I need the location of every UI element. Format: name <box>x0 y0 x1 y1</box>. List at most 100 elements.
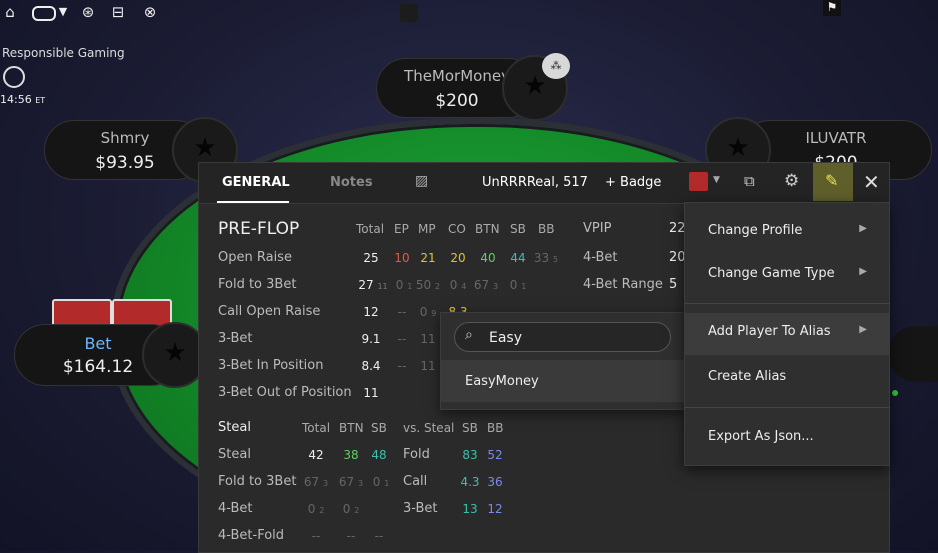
stat-value[interactable]: 10 <box>389 251 415 265</box>
stat-value[interactable]: 48 <box>366 448 392 462</box>
stat-sample: 4 <box>461 282 467 291</box>
gear-icon[interactable]: ⚙ <box>784 171 799 191</box>
stat-main: 0 <box>419 305 428 319</box>
stat-sample: 2 <box>319 506 325 515</box>
col-btn: BTN <box>475 222 500 236</box>
stat-value[interactable]: 11 <box>415 332 441 346</box>
menu-item-change-game-type[interactable]: Change Game Type ▶ <box>685 255 889 295</box>
home-icon[interactable]: ⌂ <box>0 2 20 22</box>
stat-value[interactable]: 27 11 <box>356 278 390 292</box>
stat-value[interactable]: 0 2 <box>338 502 364 516</box>
stat-value[interactable]: 12 <box>358 305 384 319</box>
rewards-icon[interactable]: ⊗ <box>140 2 160 22</box>
stat-value[interactable]: 20 <box>445 251 471 265</box>
cashier-icon[interactable]: ⊟ <box>108 2 128 22</box>
stat-value[interactable]: 0 1 <box>368 475 394 489</box>
alias-search-box[interactable]: ⌕ <box>454 322 671 352</box>
stat-label: 3-Bet In Position <box>218 358 324 373</box>
menu-item-create-alias[interactable]: Create Alias <box>685 358 889 398</box>
settings-context-menu: Change Profile ▶ Change Game Type ▶ Add … <box>684 202 890 466</box>
stat-value[interactable]: -- <box>366 529 392 543</box>
stat-value[interactable]: 52 <box>482 448 508 462</box>
stat-sample: 3 <box>493 282 499 291</box>
pin-button[interactable]: ✎ <box>813 163 853 201</box>
stat-value[interactable]: 83 <box>457 448 483 462</box>
stat-label: 4-Bet Range <box>583 277 663 292</box>
chevron-down-icon[interactable]: ▼ <box>713 175 720 185</box>
alias-result-item[interactable]: EasyMoney <box>441 360 686 402</box>
stat-value[interactable]: 33 5 <box>533 251 559 265</box>
stat-main: 0 <box>395 278 404 292</box>
stat-value[interactable]: 67 3 <box>303 475 329 489</box>
menu-item-label: Change Game Type <box>708 266 835 281</box>
add-badge-button[interactable]: + Badge <box>605 175 661 190</box>
active-tab-indicator <box>217 201 289 203</box>
stat-value[interactable]: 36 <box>482 475 508 489</box>
flag-icon[interactable]: ⚑ <box>823 0 841 16</box>
stat-value[interactable]: 67 3 <box>338 475 364 489</box>
stat-value[interactable]: -- <box>303 529 329 543</box>
chevron-right-icon: ▶ <box>859 324 867 335</box>
stat-sample: 1 <box>521 282 527 291</box>
close-icon[interactable]: ✕ <box>863 170 880 194</box>
stat-value[interactable]: 38 <box>338 448 364 462</box>
stat-label: VPIP <box>583 221 612 236</box>
stat-main: 67 <box>303 475 320 489</box>
stat-value[interactable]: 13 <box>457 502 483 516</box>
stat-value[interactable]: -- <box>338 529 364 543</box>
stat-value[interactable]: 11 <box>415 359 441 373</box>
stat-value[interactable]: -- <box>389 305 415 319</box>
stat-value[interactable]: -- <box>389 359 415 373</box>
alias-result-label: EasyMoney <box>465 374 539 389</box>
stat-value[interactable]: 67 3 <box>473 278 499 292</box>
stat-value[interactable]: 42 <box>303 448 329 462</box>
col-ep: EP <box>394 222 409 236</box>
image-icon[interactable]: ▨ <box>415 173 428 189</box>
stat-value[interactable]: 40 <box>475 251 501 265</box>
stat-value[interactable]: 44 <box>505 251 531 265</box>
clock: 14:56 ET <box>0 93 45 106</box>
menu-item-label: Create Alias <box>708 369 787 384</box>
stat-value[interactable]: -- <box>389 332 415 346</box>
menu-item-export-json[interactable]: Export As Json... <box>685 418 889 458</box>
clock-time: 14:56 <box>0 93 32 106</box>
stat-value[interactable]: 50 2 <box>415 278 441 292</box>
menu-item-add-player-to-alias[interactable]: Add Player To Alias ▶ <box>685 313 889 355</box>
stat-sample: 3 <box>323 479 329 488</box>
stat-label: Steal <box>218 447 251 462</box>
stat-value[interactable]: 4.3 <box>457 475 483 489</box>
alias-search-input[interactable] <box>487 327 661 349</box>
stat-value[interactable]: 5 <box>669 277 677 292</box>
stat-value[interactable]: 0 2 <box>303 502 329 516</box>
stat-value[interactable]: 0 1 <box>391 278 417 292</box>
lobby-icon[interactable]: ⊛ <box>78 2 98 22</box>
stat-value[interactable]: 21 <box>415 251 441 265</box>
stat-value[interactable]: 0 9 <box>415 305 441 319</box>
col-bb: BB <box>538 222 555 236</box>
menu-item-change-profile[interactable]: Change Profile ▶ <box>685 212 889 252</box>
col-sb: SB <box>371 421 387 435</box>
responsible-gaming-link[interactable]: Responsible Gaming <box>2 46 125 60</box>
stat-sample: 1 <box>407 282 413 291</box>
stat-value[interactable]: 0 1 <box>505 278 531 292</box>
stat-value[interactable]: 9.1 <box>358 332 384 346</box>
seat-right-lower[interactable] <box>888 326 938 382</box>
col-bb: BB <box>487 421 504 435</box>
stat-value[interactable]: 0 4 <box>445 278 471 292</box>
copy-icon[interactable]: ⧉ <box>744 172 755 190</box>
stat-label: 4-Bet <box>583 250 618 265</box>
stat-value[interactable]: 25 <box>358 251 384 265</box>
menu-divider <box>685 407 889 408</box>
stat-main: 67 <box>473 278 490 292</box>
chevron-down-icon[interactable]: ▼ <box>53 2 73 22</box>
stat-label: 3-Bet Out of Position <box>218 385 352 400</box>
color-swatch[interactable] <box>689 172 708 191</box>
tab-general[interactable]: GENERAL <box>222 175 290 190</box>
target-icon[interactable] <box>3 66 25 88</box>
stat-sample: 2 <box>435 282 441 291</box>
stat-label: 4-Bet <box>218 501 253 516</box>
stat-value[interactable]: 12 <box>482 502 508 516</box>
tab-notes[interactable]: Notes <box>330 175 373 190</box>
stat-value[interactable]: 11 <box>358 386 384 400</box>
stat-value[interactable]: 8.4 <box>358 359 384 373</box>
